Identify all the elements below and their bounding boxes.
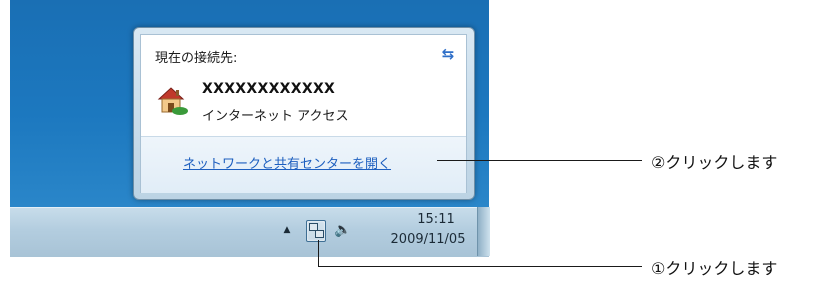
- open-network-sharing-center-link[interactable]: ネットワークと共有センターを開く: [183, 153, 391, 172]
- callout-step-2: ②クリックします: [651, 153, 778, 172]
- network-access-status: インターネット アクセス: [202, 109, 349, 124]
- callout-line-1-horizontal: [318, 266, 642, 267]
- show-desktop-button[interactable]: [477, 207, 490, 256]
- callout-line-2: [437, 160, 642, 161]
- popup-footer: ネットワークと共有センターを開く: [141, 136, 466, 193]
- speaker-icon[interactable]: 🔈: [334, 222, 354, 238]
- network-popup: 現在の接続先: ⇆ XXXXXXXXXXXX インターネット アクセス ネットワ…: [140, 34, 467, 193]
- network-icon[interactable]: [306, 220, 326, 242]
- clock-time[interactable]: 15:11: [396, 212, 476, 227]
- clock-date[interactable]: 2009/11/05: [383, 232, 473, 247]
- house-icon: [153, 81, 189, 117]
- refresh-icon[interactable]: ⇆: [439, 45, 457, 63]
- callout-line-1-vertical: [318, 240, 319, 266]
- network-name: XXXXXXXXXXXX: [202, 81, 336, 97]
- connected-to-label: 現在の接続先:: [155, 51, 238, 66]
- tray-arrow-icon[interactable]: ▲: [282, 226, 292, 235]
- callout-step-1: ①クリックします: [651, 259, 778, 278]
